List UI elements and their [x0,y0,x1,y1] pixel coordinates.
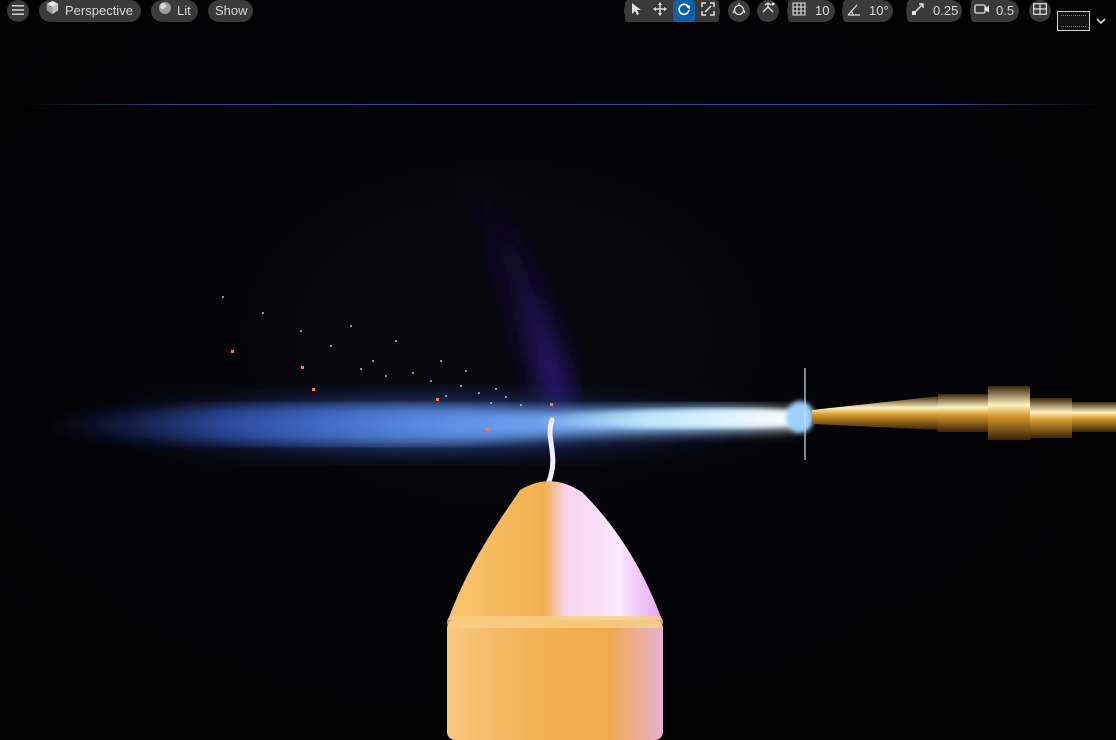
scale-tool-button[interactable] [697,0,719,22]
camera-speed-value[interactable]: 0.5 [996,0,1014,22]
cube-icon [45,0,60,22]
move-icon [653,1,667,21]
select-tool-button[interactable] [625,0,647,22]
rotate-icon [677,2,691,21]
scale-snap-value[interactable]: 0.25 [933,0,958,22]
scene-render [40,160,1116,740]
surface-snap-icon [761,1,775,21]
show-flags-button[interactable]: Show [208,0,253,22]
rotation-snap-value[interactable]: 10° [869,0,889,22]
sphere-icon [158,0,172,22]
grid-snap-toggle[interactable] [788,0,810,22]
chevron-down-icon [1095,14,1107,32]
globe-icon [732,2,746,21]
camera-icon [974,2,990,20]
cursor-icon [630,2,642,21]
layout-dropdown-button[interactable] [1095,14,1109,28]
coordinate-space-button[interactable] [728,0,750,22]
scale-snap-toggle[interactable] [907,0,929,22]
view-mode-button[interactable]: Perspective [39,0,141,22]
viewport-toolbar: Perspective Lit Show 10 10° 0.25 0.5 [0,0,1116,24]
grid-snap-value[interactable]: 10 [815,0,829,22]
viewport-grid-icon [1033,2,1047,20]
lighting-mode-button[interactable]: Lit [151,0,198,22]
level-viewport[interactable] [0,0,1116,740]
rotation-snap-toggle[interactable] [843,0,865,22]
show-flags-label: Show [215,3,248,18]
hamburger-icon [12,0,24,22]
rotate-tool-button[interactable] [673,0,695,22]
scale-snap-icon [911,2,925,21]
camera-speed-toggle[interactable] [971,0,993,22]
grid-icon [792,1,806,21]
angle-icon [847,2,861,21]
maximize-viewport-button[interactable] [1029,0,1051,22]
translate-tool-button[interactable] [649,0,671,22]
layout-icon [1061,15,1086,27]
surface-snap-button[interactable] [757,0,779,22]
scale-icon [701,1,715,21]
lighting-mode-label: Lit [177,3,191,18]
view-mode-label: Perspective [65,3,133,18]
viewport-menu-button[interactable] [7,0,29,22]
viewport-layout-button[interactable] [1057,11,1090,31]
